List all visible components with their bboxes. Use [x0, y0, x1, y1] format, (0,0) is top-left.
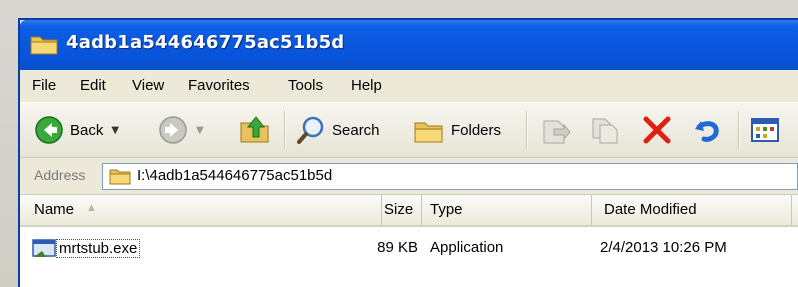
- copy-to-icon: [592, 118, 618, 144]
- menu-tools[interactable]: Tools: [288, 77, 323, 94]
- file-date: 2/4/2013 10:26 PM: [600, 239, 727, 256]
- folders-icon: [414, 122, 443, 143]
- address-input[interactable]: I:\4adb1a544646775ac51b5d: [102, 163, 798, 190]
- toolbar-separator: [738, 111, 740, 149]
- back-dropdown-icon[interactable]: ▼: [111, 125, 119, 136]
- toolbar: Back ▼ ▼ Search Folders: [20, 103, 798, 158]
- delete-icon: [643, 116, 671, 144]
- folders-button[interactable]: Folders: [413, 111, 501, 149]
- title-bar[interactable]: 4adb1a544646775ac51b5d: [20, 20, 798, 70]
- up-button[interactable]: [238, 111, 272, 149]
- menu-bar: File Edit View Favorites Tools Help: [20, 70, 798, 103]
- undo-icon: [695, 121, 719, 142]
- file-list: Name ▲ Size Type Date Modified C mrtstu: [20, 195, 798, 287]
- toolbar-separator: [284, 111, 286, 149]
- column-header-extra[interactable]: C: [792, 195, 798, 225]
- forward-button[interactable]: ▼: [158, 111, 204, 149]
- address-label: Address: [34, 167, 86, 183]
- address-value: I:\4adb1a544646775ac51b5d: [137, 167, 333, 184]
- move-to-icon: [543, 120, 571, 144]
- back-arrow-icon: [35, 116, 63, 144]
- file-type: Application: [430, 239, 504, 256]
- delete-button[interactable]: [642, 111, 672, 149]
- folder-icon: [109, 169, 131, 185]
- back-button[interactable]: Back ▼: [34, 111, 119, 149]
- column-header-row: Name ▲ Size Type Date Modified C: [20, 195, 798, 227]
- menu-view[interactable]: View: [132, 77, 164, 94]
- column-header-name[interactable]: Name ▲: [20, 195, 382, 225]
- menu-favorites[interactable]: Favorites: [188, 77, 250, 94]
- column-header-date[interactable]: Date Modified: [592, 195, 792, 225]
- toolbar-separator: [526, 111, 528, 149]
- folders-label: Folders: [451, 121, 502, 139]
- menu-edit[interactable]: Edit: [80, 77, 106, 94]
- views-button[interactable]: [750, 111, 780, 149]
- menu-file[interactable]: File: [32, 77, 56, 94]
- window-title: 4adb1a544646775ac51b5d: [66, 32, 345, 53]
- views-icon: [751, 118, 779, 142]
- executable-icon: [32, 239, 56, 257]
- address-bar: Address I:\4adb1a544646775ac51b5d: [20, 158, 798, 195]
- folder-icon: [30, 36, 58, 55]
- column-date-label: Date Modified: [604, 201, 697, 218]
- column-header-type[interactable]: Type: [422, 195, 592, 225]
- column-header-size[interactable]: Size: [382, 195, 422, 225]
- column-type-label: Type: [430, 201, 463, 218]
- undo-button[interactable]: [692, 111, 722, 149]
- menu-help[interactable]: Help: [351, 77, 382, 94]
- explorer-window: 4adb1a544646775ac51b5d File Edit View Fa…: [18, 18, 798, 287]
- search-label: Search: [332, 121, 380, 139]
- file-size: 89 KB: [377, 239, 418, 256]
- table-row[interactable]: mrtstub.exe 89 KB Application 2/4/2013 1…: [20, 235, 798, 263]
- back-label: Back: [70, 121, 104, 139]
- column-size-label: Size: [384, 201, 414, 218]
- sort-ascending-icon: ▲: [86, 202, 97, 214]
- move-to-button[interactable]: [540, 111, 572, 149]
- column-name-label: Name: [34, 201, 75, 218]
- forward-dropdown-icon[interactable]: ▼: [196, 125, 204, 136]
- forward-arrow-icon: [159, 116, 187, 144]
- up-folder-icon: [240, 116, 269, 143]
- search-icon: [297, 116, 324, 144]
- search-button[interactable]: Search: [296, 111, 380, 149]
- copy-to-button[interactable]: [590, 111, 622, 149]
- file-name[interactable]: mrtstub.exe: [56, 239, 141, 258]
